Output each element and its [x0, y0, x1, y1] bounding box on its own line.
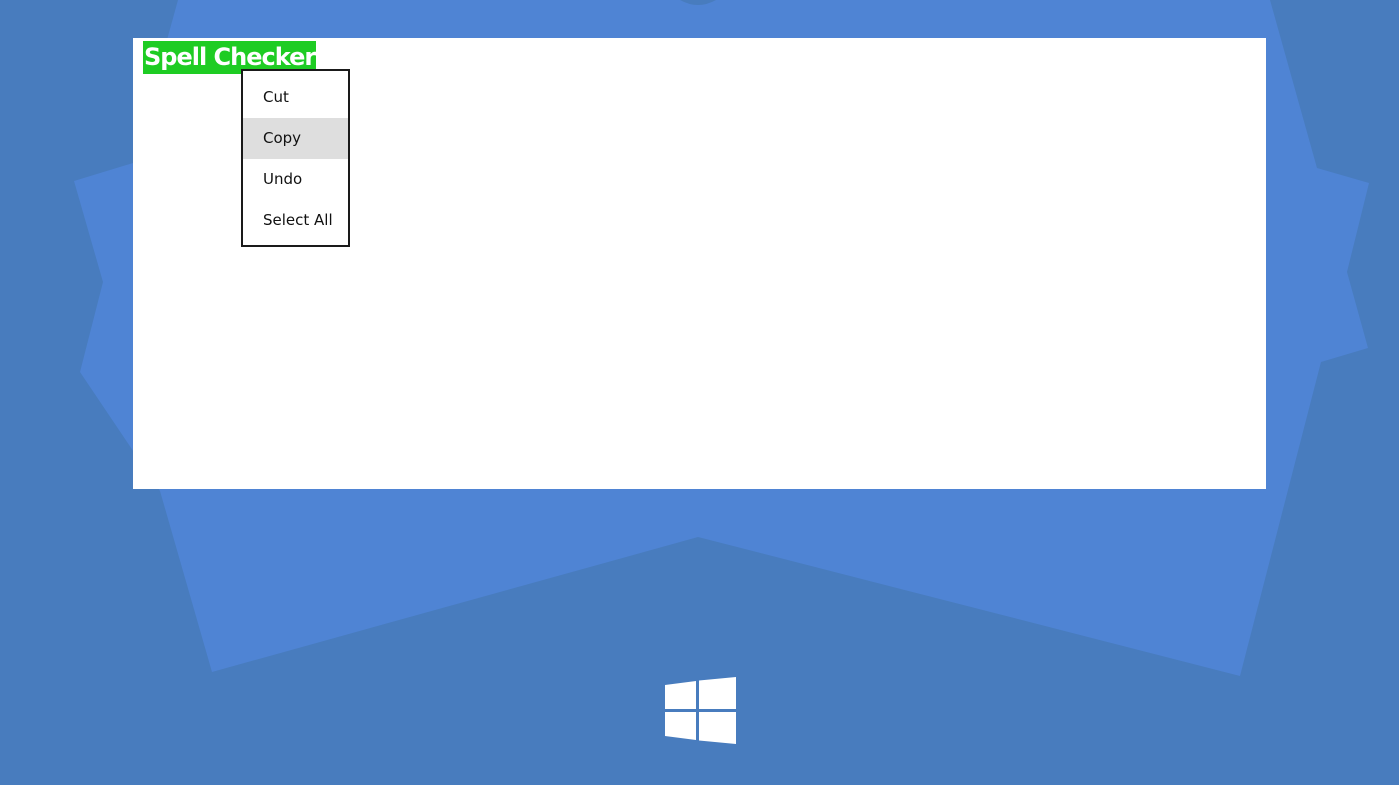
context-menu: Cut Copy Undo Select All	[241, 69, 350, 247]
menu-item-select-all[interactable]: Select All	[243, 200, 348, 241]
windows-logo-icon	[665, 677, 736, 744]
logo-pane-top-left	[665, 681, 696, 709]
menu-item-cut[interactable]: Cut	[243, 77, 348, 118]
context-menu-list: Cut Copy Undo Select All	[243, 71, 348, 241]
menu-item-copy[interactable]: Copy	[243, 118, 348, 159]
logo-pane-top-right	[699, 677, 736, 709]
menu-item-undo[interactable]: Undo	[243, 159, 348, 200]
logo-pane-bottom-left	[665, 712, 696, 740]
logo-pane-bottom-right	[699, 712, 736, 744]
desktop: Spell Checker Cut Copy Undo Select All	[0, 0, 1399, 787]
